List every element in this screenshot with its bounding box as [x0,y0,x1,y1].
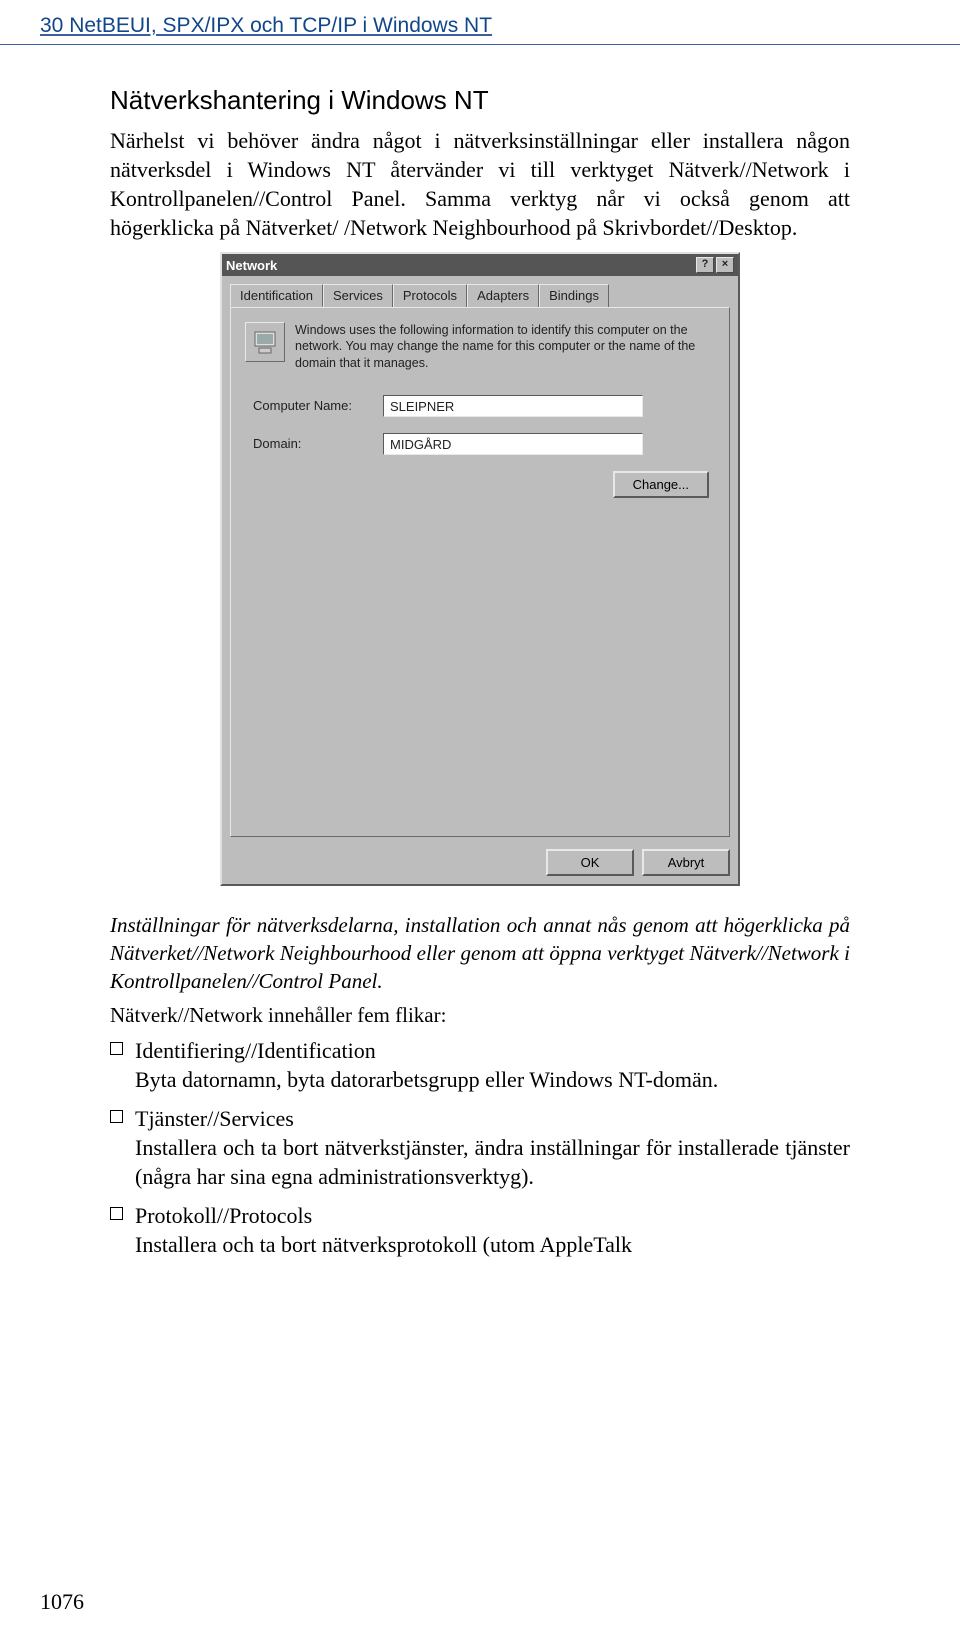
identification-panel: Windows uses the following information t… [230,307,730,837]
cancel-button[interactable]: Avbryt [642,849,730,876]
square-bullet-icon [110,1042,123,1055]
tab-protocols[interactable]: Protocols [393,284,467,307]
flikar-line: Nätverk//Network innehåller fem flikar: [110,1003,850,1028]
bullet-body: Installera och ta bort nätverkstjänster,… [135,1133,850,1191]
dialog-titlebar[interactable]: Network ? × [222,254,738,276]
chapter-line: 30 NetBEUI, SPX/IPX och TCP/IP i Windows… [40,14,492,37]
tab-services[interactable]: Services [323,284,393,307]
page-content: Nätverkshantering i Windows NT Närhelst … [0,45,960,1260]
tab-identification[interactable]: Identification [230,284,323,307]
domain-value: MIDGÅRD [383,433,643,455]
change-row: Change... [245,471,715,498]
square-bullet-icon [110,1110,123,1123]
computer-name-label: Computer Name: [253,398,383,413]
page-number: 1076 [40,1589,84,1615]
computer-name-value: SLEIPNER [383,395,643,417]
domain-label: Domain: [253,436,383,451]
tab-description-list: Identifiering//Identification Byta dator… [110,1036,850,1259]
bullet-title: Tjänster//Services [135,1106,294,1131]
computer-name-row: Computer Name: SLEIPNER [253,395,715,417]
section-title: Nätverkshantering i Windows NT [110,85,850,116]
bullet-body: Byta datornamn, byta datorarbetsgrupp el… [135,1065,850,1094]
titlebar-buttons: ? × [696,257,734,273]
domain-row: Domain: MIDGÅRD [253,433,715,455]
bullet-title: Identifiering//Identification [135,1038,376,1063]
bullet-content: Tjänster//Services Installera och ta bor… [135,1104,850,1191]
tab-bindings[interactable]: Bindings [539,284,609,307]
list-item: Protokoll//Protocols Installera och ta b… [110,1201,850,1259]
list-item: Identifiering//Identification Byta dator… [110,1036,850,1094]
close-button[interactable]: × [716,257,734,273]
ok-button[interactable]: OK [546,849,634,876]
dialog-footer: OK Avbryt [230,837,730,876]
bullet-title: Protokoll//Protocols [135,1203,312,1228]
dialog-title: Network [226,258,277,273]
info-text: Windows uses the following information t… [295,322,715,371]
intro-paragraph: Närhelst vi behöver ändra något i nätver… [110,126,850,242]
dialog-body: Identification Services Protocols Adapte… [222,276,738,884]
figure-caption: Inställningar för nätverksdelarna, insta… [110,912,850,995]
bullet-content: Identifiering//Identification Byta dator… [135,1036,850,1094]
list-item: Tjänster//Services Installera och ta bor… [110,1104,850,1191]
chapter-header: 30 NetBEUI, SPX/IPX och TCP/IP i Windows… [0,0,960,45]
square-bullet-icon [110,1207,123,1220]
info-row: Windows uses the following information t… [245,322,715,371]
tab-adapters[interactable]: Adapters [467,284,539,307]
network-dialog: Network ? × Identification Services Prot… [220,252,740,886]
bullet-content: Protokoll//Protocols Installera och ta b… [135,1201,850,1259]
computer-icon [245,322,285,362]
help-button[interactable]: ? [696,257,714,273]
change-button[interactable]: Change... [613,471,709,498]
tab-row: Identification Services Protocols Adapte… [230,284,730,308]
bullet-body: Installera och ta bort nätverksprotokoll… [135,1230,850,1259]
